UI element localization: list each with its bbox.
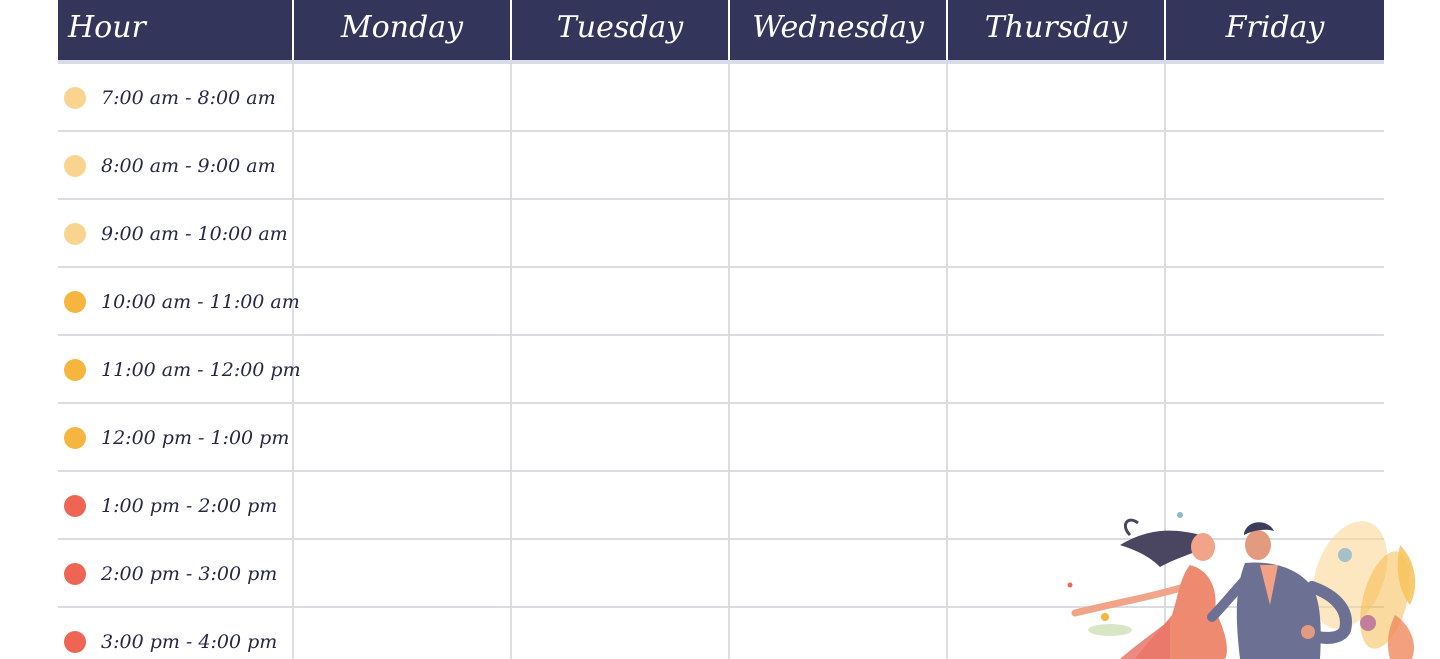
friday-schedule-cell[interactable]: [1166, 64, 1384, 130]
wednesday-schedule-cell[interactable]: [730, 404, 948, 470]
tuesday-schedule-cell[interactable]: [512, 200, 730, 266]
wednesday-schedule-cell[interactable]: [730, 64, 948, 130]
time-slot-cell: 12:00 pm - 1:00 pm: [58, 404, 294, 470]
monday-schedule-cell[interactable]: [294, 608, 512, 659]
time-slot-dot-icon: [64, 87, 86, 109]
tuesday-schedule-cell[interactable]: [512, 404, 730, 470]
wednesday-schedule-cell[interactable]: [730, 608, 948, 659]
monday-schedule-cell[interactable]: [294, 404, 512, 470]
tuesday-schedule-cell[interactable]: [512, 336, 730, 402]
table-row: 8:00 am - 9:00 am: [58, 132, 1384, 200]
thursday-schedule-cell[interactable]: [948, 200, 1166, 266]
friday-schedule-cell[interactable]: [1166, 132, 1384, 198]
time-slot-label: 2:00 pm - 3:00 pm: [101, 563, 278, 585]
wednesday-schedule-cell[interactable]: [730, 132, 948, 198]
friday-schedule-cell[interactable]: [1166, 336, 1384, 402]
wednesday-schedule-cell[interactable]: [730, 540, 948, 606]
time-slot-dot-icon: [64, 359, 86, 381]
time-slot-label: 7:00 am - 8:00 am: [101, 87, 276, 109]
time-slot-label: 11:00 am - 12:00 pm: [101, 359, 301, 381]
time-slot-dot-icon: [64, 563, 86, 585]
thursday-schedule-cell[interactable]: [948, 268, 1166, 334]
time-slot-label: 3:00 pm - 4:00 pm: [101, 631, 278, 653]
tuesday-schedule-cell[interactable]: [512, 472, 730, 538]
thursday-schedule-cell[interactable]: [948, 132, 1166, 198]
table-row: 9:00 am - 10:00 am: [58, 200, 1384, 268]
time-slot-cell: 11:00 am - 12:00 pm: [58, 336, 301, 402]
time-slot-label: 10:00 am - 11:00 am: [101, 291, 300, 313]
tuesday-column-header: Tuesday: [512, 0, 730, 60]
time-slot-cell: 1:00 pm - 2:00 pm: [58, 472, 294, 538]
time-slot-dot-icon: [64, 291, 86, 313]
schedule-page: Hour Monday Tuesday Wednesday Thursday F…: [0, 0, 1440, 659]
time-slot-cell: 10:00 am - 11:00 am: [58, 268, 300, 334]
tuesday-schedule-cell[interactable]: [512, 132, 730, 198]
wednesday-schedule-cell[interactable]: [730, 472, 948, 538]
time-slot-label: 1:00 pm - 2:00 pm: [101, 495, 278, 517]
thursday-schedule-cell[interactable]: [948, 404, 1166, 470]
friday-schedule-cell[interactable]: [1166, 404, 1384, 470]
monday-schedule-cell[interactable]: [294, 472, 512, 538]
time-slot-dot-icon: [64, 631, 86, 653]
wednesday-schedule-cell[interactable]: [730, 268, 948, 334]
friday-column-header: Friday: [1225, 10, 1325, 45]
wednesday-schedule-cell[interactable]: [730, 200, 948, 266]
hour-column-header: Hour: [58, 0, 294, 60]
time-slot-dot-icon: [64, 427, 86, 449]
time-slot-label: 12:00 pm - 1:00 pm: [101, 427, 290, 449]
time-slot-cell: 2:00 pm - 3:00 pm: [58, 540, 294, 606]
time-slot-cell: 7:00 am - 8:00 am: [58, 64, 294, 130]
time-slot-label: 9:00 am - 10:00 am: [101, 223, 288, 245]
time-slot-label: 8:00 am - 9:00 am: [101, 155, 276, 177]
wednesday-column-header: Wednesday: [730, 0, 948, 60]
table-row: 10:00 am - 11:00 am: [58, 268, 1384, 336]
time-slot-dot-icon: [64, 223, 86, 245]
time-slot-dot-icon: [64, 495, 86, 517]
tuesday-schedule-cell[interactable]: [512, 608, 730, 659]
friday-schedule-cell[interactable]: [1166, 200, 1384, 266]
table-row: 11:00 am - 12:00 pm: [58, 336, 1384, 404]
thursday-schedule-cell[interactable]: [948, 64, 1166, 130]
monday-schedule-cell[interactable]: [294, 268, 512, 334]
tuesday-schedule-cell[interactable]: [512, 540, 730, 606]
monday-schedule-cell[interactable]: [294, 200, 512, 266]
monday-schedule-cell[interactable]: [294, 540, 512, 606]
dancing-couple-illustration: [1067, 512, 1416, 659]
tuesday-schedule-cell[interactable]: [512, 268, 730, 334]
time-slot-cell: 9:00 am - 10:00 am: [58, 200, 294, 266]
tuesday-schedule-cell[interactable]: [512, 64, 730, 130]
thursday-column-header: Thursday: [948, 0, 1166, 60]
table-row: 7:00 am - 8:00 am: [58, 64, 1384, 132]
monday-schedule-cell[interactable]: [294, 132, 512, 198]
monday-schedule-cell[interactable]: [294, 336, 512, 402]
time-slot-dot-icon: [64, 155, 86, 177]
monday-schedule-cell[interactable]: [294, 64, 512, 130]
wednesday-schedule-cell[interactable]: [730, 336, 948, 402]
thursday-schedule-cell[interactable]: [948, 336, 1166, 402]
time-slot-cell: 3:00 pm - 4:00 pm: [58, 608, 294, 659]
table-row: 12:00 pm - 1:00 pm: [58, 404, 1384, 472]
monday-column-header: Monday: [294, 0, 512, 60]
time-slot-cell: 8:00 am - 9:00 am: [58, 132, 294, 198]
friday-schedule-cell[interactable]: [1166, 268, 1384, 334]
table-header: Hour Monday Tuesday Wednesday Thursday F…: [58, 0, 1384, 64]
